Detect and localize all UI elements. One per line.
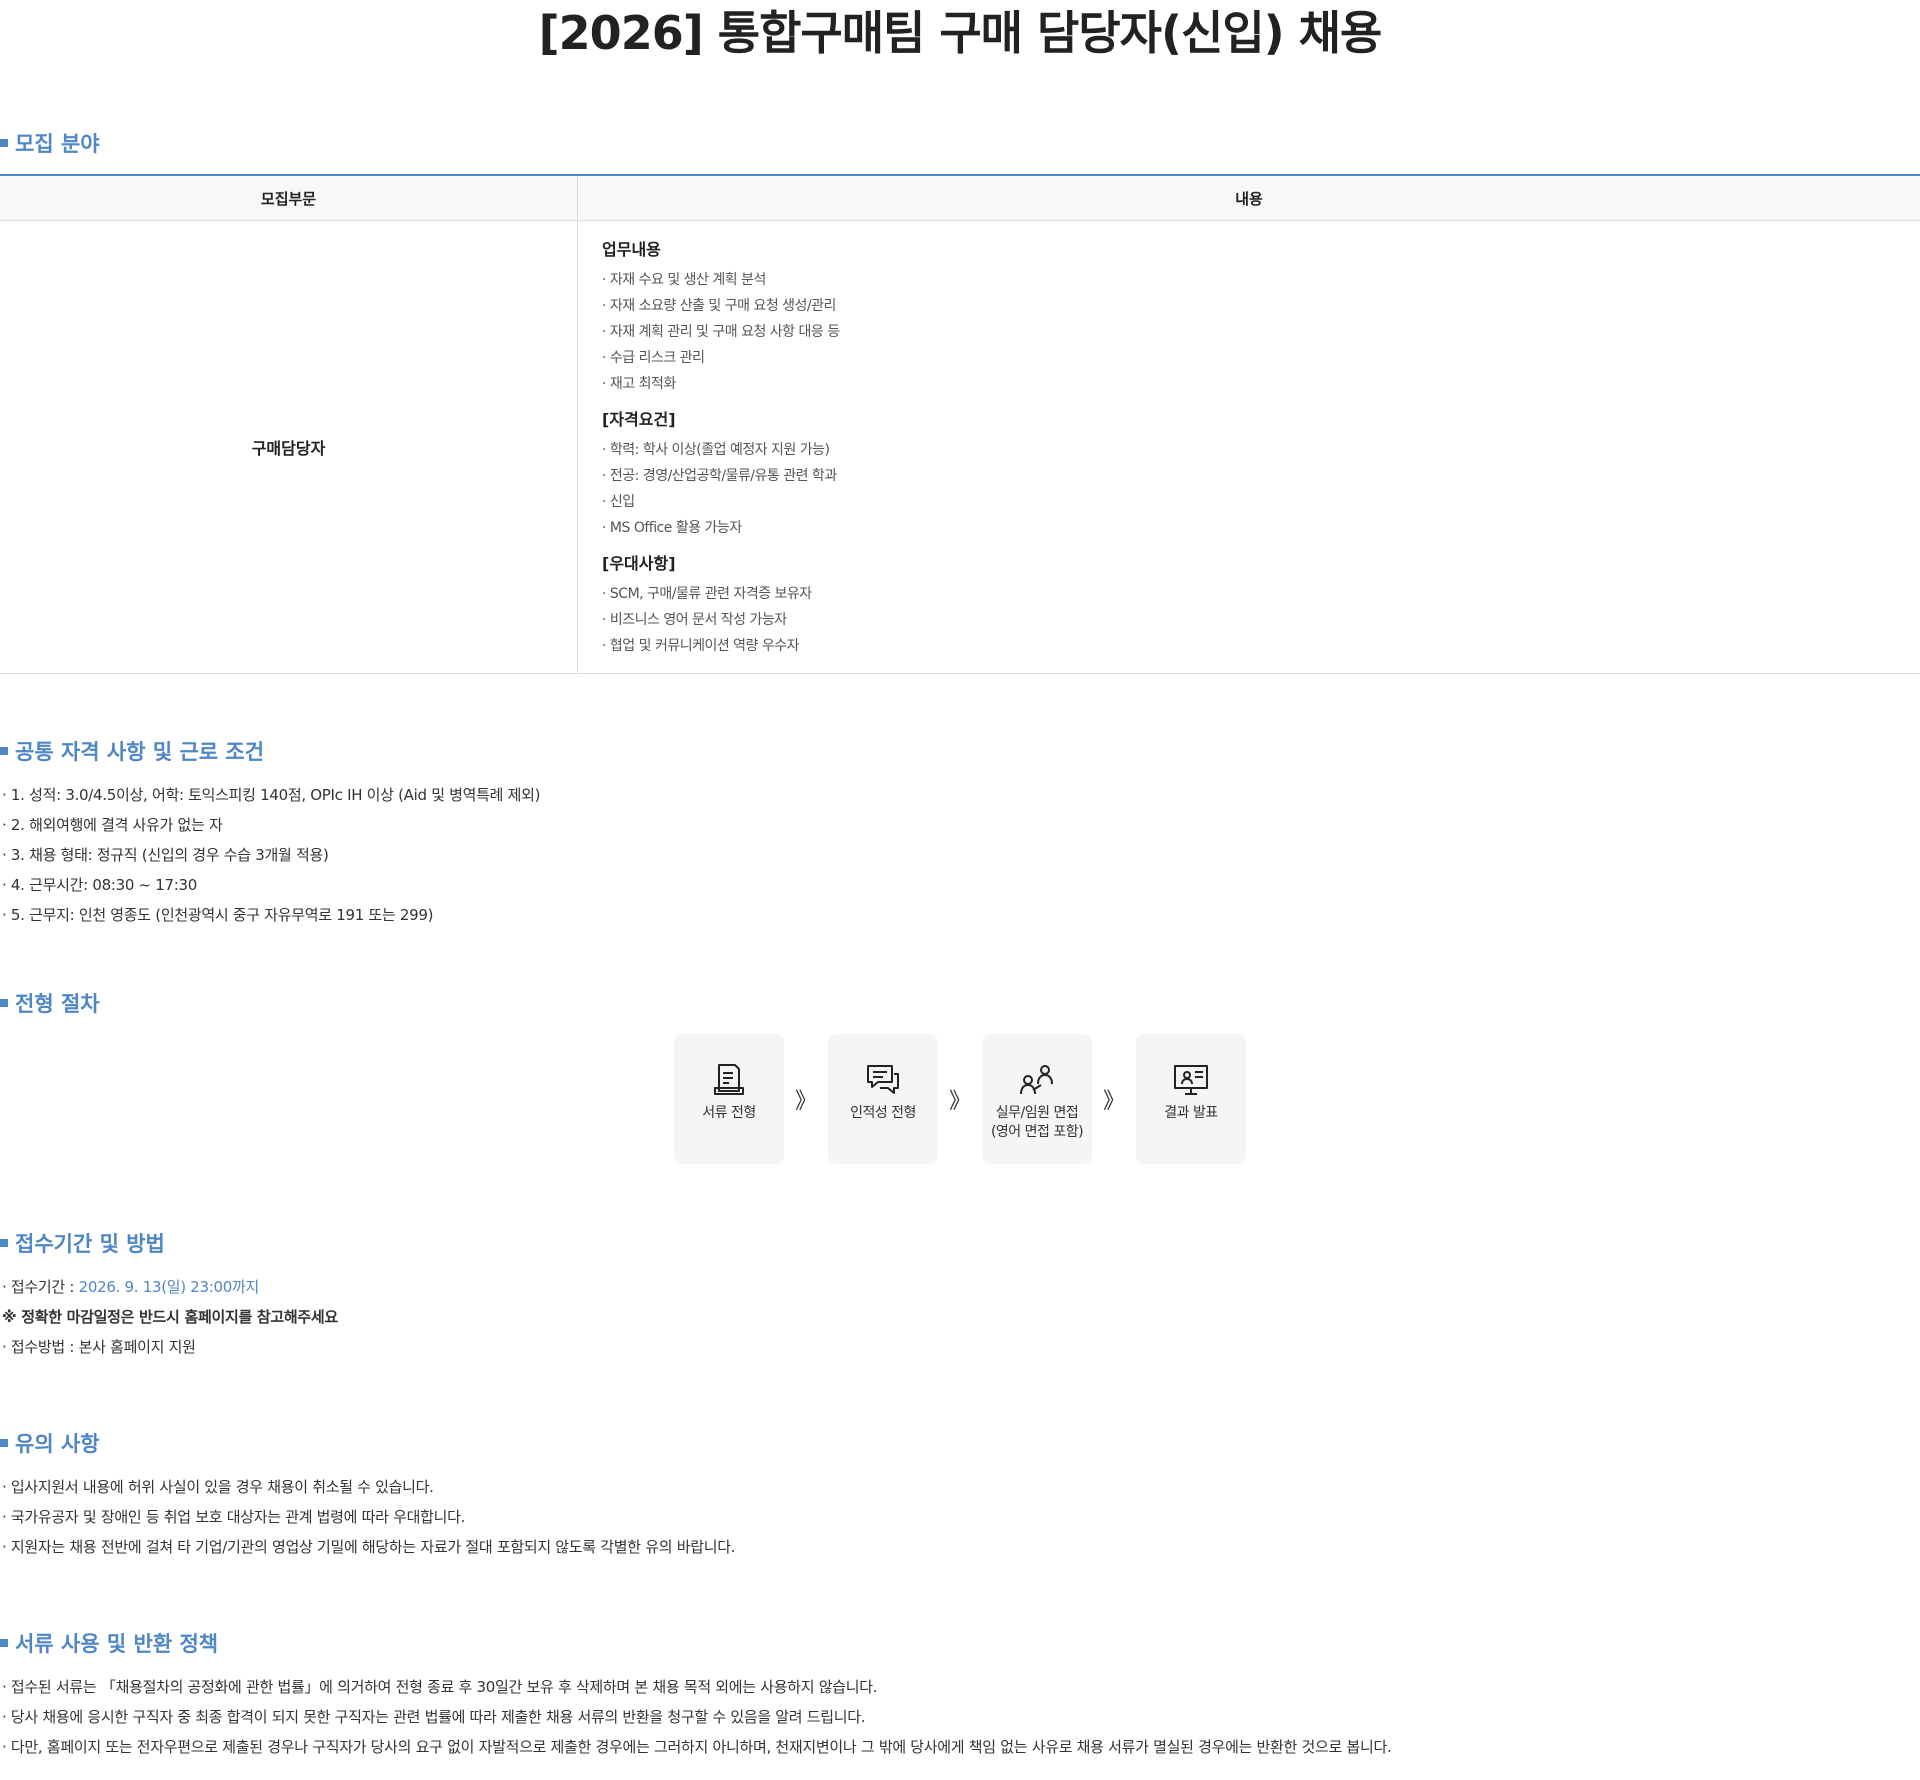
square-bullet-icon: [0, 747, 8, 755]
list-item: · 다만, 홈페이지 또는 전자우편으로 제출된 경우나 구직자가 당사의 요구…: [2, 1738, 1392, 1756]
square-bullet-icon: [0, 1239, 8, 1247]
list-item-period: · 접수기간 : 2026. 9. 13(일) 23:00까지: [0, 1272, 1920, 1302]
square-bullet-icon: [0, 1639, 8, 1647]
list-item: · 학력: 학사 이상(졸업 예정자 지원 가능): [602, 442, 830, 458]
page-title: [2026] 통합구매팀 구매 담당자(신입) 채용: [538, 6, 1383, 60]
list-item: · 5. 근무지: 인천 영종도 (인천광역시 중구 자유무역로 191 또는 …: [2, 906, 434, 924]
square-bullet-icon: [0, 999, 8, 1007]
step-document-screening: 서류 전형: [674, 1034, 784, 1164]
section-title-caution: 유의 사항: [0, 1428, 1920, 1458]
double-chevron-right-icon: 》: [794, 1089, 817, 1114]
requirements-list: · 학력: 학사 이상(졸업 예정자 지원 가능) · 전공: 경영/산업공학/…: [602, 437, 1896, 541]
period-label: · 접수기간 :: [2, 1278, 79, 1296]
list-item: · 접수된 서류는 「채용절차의 공정화에 관한 법률」에 의거하여 전형 종료…: [2, 1678, 878, 1696]
step-aptitude-test: 인적성 전형: [828, 1034, 938, 1164]
department-cell: 구매담당자: [0, 220, 578, 674]
section-title-text: 모집 분야: [15, 132, 100, 156]
requirements-heading: [자격요건]: [602, 410, 676, 429]
section-title-text: 접수기간 및 방법: [15, 1232, 165, 1256]
list-item: · 신입: [602, 494, 635, 510]
square-bullet-icon: [0, 1439, 8, 1447]
list-item: · 자재 계획 관리 및 구매 요청 사항 대응 등: [602, 324, 840, 340]
section-title-policy: 서류 사용 및 반환 정책: [0, 1628, 1920, 1658]
double-chevron-right-icon: 》: [948, 1089, 971, 1114]
list-item: · 3. 채용 형태: 정규직 (신입의 경우 수습 3개월 적용): [2, 846, 329, 864]
table-header-row: 모집부문 내용: [0, 175, 1920, 221]
monitor-icon: [1174, 1065, 1208, 1095]
duties-list: · 자재 수요 및 생산 계획 분석 · 자재 소요량 산출 및 구매 요청 생…: [602, 267, 1896, 397]
common-conditions-list: · 1. 성적: 3.0/4.5이상, 어학: 토익스피킹 140점, OPIc…: [0, 780, 1920, 930]
apply-info-list: · 접수기간 : 2026. 9. 13(일) 23:00까지 ※ 정확한 마감…: [0, 1272, 1920, 1362]
step-label: 인적성 전형: [850, 1105, 916, 1121]
section-title-text: 공통 자격 사항 및 근로 조건: [15, 740, 265, 764]
section-title-text: 전형 절차: [15, 992, 100, 1016]
section-title-text: 서류 사용 및 반환 정책: [15, 1632, 219, 1656]
list-item: · 비즈니스 영어 문서 작성 가능자: [602, 612, 787, 628]
preferred-heading: [우대사항]: [602, 554, 676, 573]
list-item: · 협업 및 커뮤니케이션 역량 우수자: [602, 638, 800, 654]
duties-heading: 업무내용: [602, 240, 661, 259]
list-item: · 국가유공자 및 장애인 등 취업 보호 대상자는 관계 법령에 따라 우대합…: [2, 1508, 466, 1526]
section-title-common: 공통 자격 사항 및 근로 조건: [0, 736, 1920, 766]
list-item: · 4. 근무시간: 08:30 ~ 17:30: [2, 876, 197, 894]
interview-icon: [1020, 1065, 1053, 1095]
section-title-apply: 접수기간 및 방법: [0, 1228, 1920, 1258]
caution-list: · 입사지원서 내용에 허위 사실이 있을 경우 채용이 취소될 수 있습니다.…: [0, 1472, 1920, 1562]
list-item: · 전공: 경영/산업공학/물류/유통 관련 학과: [602, 468, 837, 484]
list-item: · 당사 채용에 응시한 구직자 중 최종 합격이 되지 못한 구직자는 관련 …: [2, 1708, 866, 1726]
recruit-table: 모집부문 내용 구매담당자 업무내용 · 자재 수요 및 생산 계획 분석 · …: [0, 174, 1920, 674]
step-label: 서류 전형: [702, 1105, 756, 1121]
step-label: 실무/임원 면접 (영어 면접 포함): [990, 1105, 1084, 1140]
list-item: · 1. 성적: 3.0/4.5이상, 어학: 토익스피킹 140점, OPIc…: [2, 786, 541, 804]
list-item: · 2. 해외여행에 결격 사유가 없는 자: [2, 816, 223, 834]
list-item: · 재고 최적화: [602, 376, 676, 392]
step-result-announcement: 결과 발표: [1136, 1034, 1246, 1164]
policy-list: · 접수된 서류는 「채용절차의 공정화에 관한 법률」에 의거하여 전형 종료…: [0, 1672, 1920, 1762]
content-cell: 업무내용 · 자재 수요 및 생산 계획 분석 · 자재 소요량 산출 및 구매…: [577, 220, 1920, 674]
section-title-text: 유의 사항: [15, 1432, 100, 1456]
table-row: 구매담당자 업무내용 · 자재 수요 및 생산 계획 분석 · 자재 소요량 산…: [0, 220, 1920, 674]
list-item: · 지원자는 채용 전반에 걸쳐 타 기업/기관의 영업상 기밀에 해당하는 자…: [2, 1538, 736, 1556]
document-icon: [714, 1064, 744, 1095]
period-value: 2026. 9. 13(일) 23:00까지: [78, 1278, 260, 1296]
chat-icon: [867, 1065, 899, 1094]
list-item: · 수급 리스크 관리: [602, 350, 705, 366]
list-item-method: · 접수방법 : 본사 홈페이지 지원: [2, 1338, 196, 1356]
section-title-recruit: 모집 분야: [0, 128, 1920, 158]
header-content: 내용: [577, 175, 1920, 221]
list-item: · SCM, 구매/물류 관련 자격증 보유자: [602, 586, 812, 602]
square-bullet-icon: [0, 139, 8, 147]
step-interview: 실무/임원 면접 (영어 면접 포함): [982, 1034, 1092, 1164]
list-item: · MS Office 활용 가능자: [602, 520, 742, 536]
deadline-notice: ※ 정확한 마감일정은 반드시 홈페이지를 참고해주세요: [2, 1308, 338, 1326]
list-item: · 자재 수요 및 생산 계획 분석: [602, 272, 766, 288]
section-title-process: 전형 절차: [0, 988, 1920, 1018]
list-item: · 입사지원서 내용에 허위 사실이 있을 경우 채용이 취소될 수 있습니다.: [2, 1478, 434, 1496]
process-steps: 서류 전형 》 인적성 전형 》 실무/임원 면접 (영어 면접 포함) 》 결…: [0, 1034, 1920, 1164]
double-chevron-right-icon: 》: [1102, 1089, 1125, 1114]
header-department: 모집부문: [0, 175, 578, 221]
list-item: · 자재 소요량 산출 및 구매 요청 생성/관리: [602, 298, 836, 314]
preferred-list: · SCM, 구매/물류 관련 자격증 보유자 · 비즈니스 영어 문서 작성 …: [602, 581, 1896, 659]
step-label: 결과 발표: [1164, 1105, 1218, 1121]
